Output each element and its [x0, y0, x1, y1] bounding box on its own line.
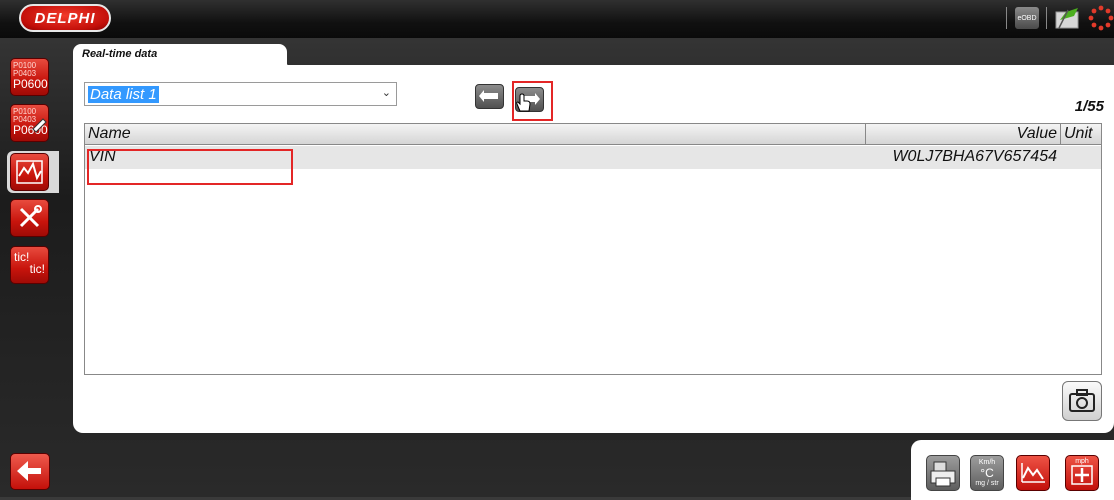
- table-row[interactable]: VIN W0LJ7BHA67V657454: [85, 146, 1101, 169]
- column-divider[interactable]: [1060, 124, 1061, 144]
- record-data-button[interactable]: mph: [1065, 455, 1099, 491]
- units-speed-label: Km/h: [978, 459, 996, 466]
- print-button[interactable]: [926, 455, 960, 491]
- hand-cursor-icon: [516, 93, 531, 112]
- units-flow-label: mg / str: [975, 480, 999, 487]
- row-value: W0LJ7BHA67V657454: [892, 148, 1057, 165]
- eobd-label: eOBD: [1017, 14, 1037, 22]
- units-button[interactable]: Km/h °C mg / str: [970, 455, 1004, 491]
- tab-label: Real-time data: [82, 48, 158, 60]
- arrow-left-icon: [479, 90, 498, 102]
- screenshot-button[interactable]: [1062, 381, 1102, 421]
- camera-icon: [1069, 389, 1095, 412]
- actuator-test-button[interactable]: tic! tic!: [10, 246, 49, 284]
- top-bar: DELPHI eOBD: [0, 0, 1114, 38]
- data-list-select[interactable]: Data list 1 ⌄: [84, 82, 397, 106]
- delphi-logo: DELPHI: [19, 4, 111, 32]
- vehicle-flag-icon[interactable]: [1054, 6, 1082, 30]
- tools-icon: [19, 205, 42, 228]
- eobd-button[interactable]: eOBD: [1015, 7, 1039, 29]
- units-temp-label: °C: [980, 466, 994, 480]
- graph-button[interactable]: [1016, 455, 1050, 491]
- chevron-down-icon: ⌄: [381, 87, 391, 99]
- fault-codes-button[interactable]: P0100 P0403 P0600: [10, 58, 49, 96]
- brand-name: DELPHI: [34, 9, 96, 27]
- mph-label: mph: [1075, 458, 1089, 465]
- live-data-graph-icon: [16, 160, 43, 184]
- graph-icon: [1021, 463, 1045, 483]
- previous-page-button[interactable]: [475, 84, 504, 109]
- page-indicator: 1/55: [1074, 98, 1104, 115]
- tic-label: tic!: [14, 250, 30, 264]
- data-table: Name Value Unit VIN W0LJ7BHA67V657454: [84, 123, 1102, 375]
- active-nav-arrow: [49, 154, 59, 188]
- fault-code: P0600: [13, 77, 48, 91]
- column-header-value: Value: [1016, 125, 1057, 142]
- back-button[interactable]: [10, 453, 50, 490]
- real-time-data-button[interactable]: [10, 153, 49, 191]
- gear-icon[interactable]: [1088, 4, 1114, 32]
- printer-icon: [930, 461, 956, 487]
- clear-fault-codes-button[interactable]: P0100 P0403 P0600: [10, 104, 49, 142]
- row-name: VIN: [89, 148, 116, 165]
- column-header-name: Name: [88, 125, 131, 142]
- column-header-unit: Unit: [1064, 125, 1093, 142]
- service-tools-button[interactable]: [10, 199, 49, 237]
- tic-label: tic!: [29, 262, 45, 276]
- divider: [1006, 7, 1007, 29]
- data-list-selected-value: Data list 1: [88, 86, 159, 103]
- divider: [1046, 7, 1047, 29]
- table-header: Name Value Unit: [85, 124, 1101, 145]
- arrow-left-icon: [17, 461, 41, 481]
- eraser-icon: [32, 118, 47, 133]
